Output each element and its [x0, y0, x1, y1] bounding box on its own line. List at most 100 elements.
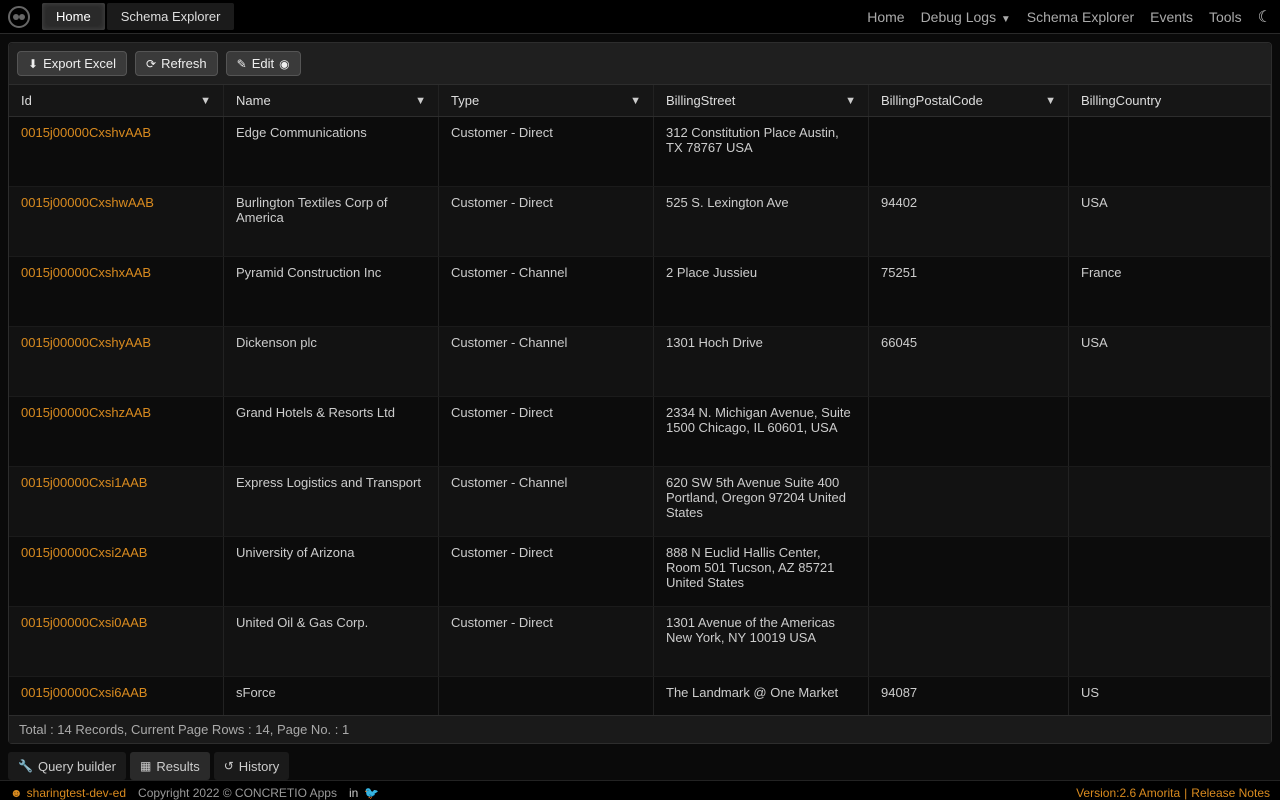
cell-type: Customer - Channel — [439, 327, 654, 396]
record-id-link[interactable]: 0015j00000Cxsi2AAB — [9, 537, 224, 606]
th-name[interactable]: Name ▼ — [224, 85, 439, 116]
cell-type: Customer - Direct — [439, 537, 654, 606]
th-billing-country[interactable]: BillingCountry — [1069, 85, 1271, 116]
table-row: 0015j00000Cxsi0AABUnited Oil & Gas Corp.… — [9, 607, 1271, 677]
cell-street: 1301 Hoch Drive — [654, 327, 869, 396]
th-street-label: BillingStreet — [666, 93, 735, 108]
cell-street: 525 S. Lexington Ave — [654, 187, 869, 256]
table-row: 0015j00000CxshzAABGrand Hotels & Resorts… — [9, 397, 1271, 467]
cell-country — [1069, 607, 1271, 676]
nav-debug-label: Debug Logs — [921, 9, 997, 25]
tab-bar: Home Schema Explorer — [42, 3, 234, 30]
th-postal-label: BillingPostalCode — [881, 93, 983, 108]
tab-schema-explorer[interactable]: Schema Explorer — [107, 3, 235, 30]
nav-schema-explorer[interactable]: Schema Explorer — [1027, 9, 1134, 25]
cell-name: Grand Hotels & Resorts Ltd — [224, 397, 439, 466]
filter-icon[interactable]: ▼ — [845, 95, 856, 107]
table-header: Id▼ Name ▼ Type ▼ BillingStreet ▼ BillingPo… — [9, 85, 1271, 117]
nav-right: Home Debug Logs ▼ Schema Explorer Events… — [867, 7, 1272, 27]
cell-postal — [869, 467, 1069, 536]
th-type-label: Type — [451, 93, 479, 108]
nav-events[interactable]: Events — [1150, 9, 1193, 25]
cell-type: Customer - Channel — [439, 467, 654, 536]
tab-query-builder[interactable]: 🔧 Query builder — [8, 752, 126, 780]
results-label: Results — [156, 759, 199, 774]
table-row: 0015j00000CxshwAABBurlington Textiles Co… — [9, 187, 1271, 257]
record-id-link[interactable]: 0015j00000CxshwAAB — [9, 187, 224, 256]
record-id-link[interactable]: 0015j00000CxshyAAB — [9, 327, 224, 396]
export-excel-button[interactable]: ⬇ Export Excel — [17, 51, 127, 76]
user-icon: ☻ — [10, 786, 23, 800]
table-row: 0015j00000Cxsi2AABUniversity of ArizonaC… — [9, 537, 1271, 607]
th-id[interactable]: Id▼ — [9, 85, 224, 116]
cell-country — [1069, 537, 1271, 606]
record-id-link[interactable]: 0015j00000Cxsi6AAB — [9, 677, 224, 715]
filter-icon[interactable]: ▼ — [415, 95, 426, 107]
table-body[interactable]: 0015j00000CxshvAABEdge CommunicationsCus… — [9, 117, 1271, 715]
filter-icon[interactable]: ▼ — [630, 95, 641, 107]
release-notes-link[interactable]: Release Notes — [1191, 786, 1270, 800]
cell-type: Customer - Direct — [439, 187, 654, 256]
th-country-label: BillingCountry — [1081, 93, 1161, 108]
cell-type: Customer - Direct — [439, 117, 654, 186]
eye-icon: ◉ — [279, 57, 289, 71]
tab-history[interactable]: ↺History — [214, 752, 290, 780]
top-nav: Home Schema Explorer Home Debug Logs ▼ S… — [0, 0, 1280, 34]
org-name: sharingtest-dev-ed — [27, 786, 126, 800]
bottom-tabs: 🔧 Query builder ▦ Results ↺History — [0, 752, 1280, 780]
brand-icon[interactable] — [8, 6, 30, 28]
cell-name: Dickenson plc — [224, 327, 439, 396]
nav-home[interactable]: Home — [867, 9, 904, 25]
twitter-icon[interactable]: 🐦 — [364, 786, 379, 800]
version-text: Version:2.6 Amorita — [1076, 786, 1180, 800]
record-id-link[interactable]: 0015j00000CxshxAAB — [9, 257, 224, 326]
linkedin-icon[interactable]: in — [349, 786, 358, 800]
org-indicator[interactable]: ☻ sharingtest-dev-ed — [10, 786, 126, 800]
cell-country: France — [1069, 257, 1271, 326]
cell-street: 1301 Avenue of the Americas New York, NY… — [654, 607, 869, 676]
table-row: 0015j00000CxshyAABDickenson plcCustomer … — [9, 327, 1271, 397]
filter-icon[interactable]: ▼ — [200, 95, 211, 107]
cell-name: United Oil & Gas Corp. — [224, 607, 439, 676]
th-billing-street[interactable]: BillingStreet ▼ — [654, 85, 869, 116]
table-row: 0015j00000CxshvAABEdge CommunicationsCus… — [9, 117, 1271, 187]
cell-name: Burlington Textiles Corp of America — [224, 187, 439, 256]
cell-type — [439, 677, 654, 715]
table-row: 0015j00000Cxsi1AABExpress Logistics and … — [9, 467, 1271, 537]
th-billing-postal[interactable]: BillingPostalCode ▼ — [869, 85, 1069, 116]
record-id-link[interactable]: 0015j00000CxshzAAB — [9, 397, 224, 466]
cell-street: 2 Place Jussieu — [654, 257, 869, 326]
table-row: 0015j00000Cxsi6AABsForceThe Landmark @ O… — [9, 677, 1271, 715]
record-id-link[interactable]: 0015j00000CxshvAAB — [9, 117, 224, 186]
th-type[interactable]: Type ▼ — [439, 85, 654, 116]
main-panel: ⬇ Export Excel ⟳ Refresh ✎ Edit ◉ Id▼ Na… — [8, 42, 1272, 744]
cell-postal — [869, 117, 1069, 186]
cell-name: Pyramid Construction Inc — [224, 257, 439, 326]
th-name-label: Name — [236, 93, 271, 108]
cell-name: Edge Communications — [224, 117, 439, 186]
tab-results[interactable]: ▦ Results — [130, 752, 210, 780]
filter-icon[interactable]: ▼ — [1045, 95, 1056, 107]
theme-toggle-icon[interactable]: ☾ — [1258, 7, 1272, 27]
cell-country: USA — [1069, 327, 1271, 396]
caret-down-icon: ▼ — [998, 14, 1011, 25]
cell-postal: 94087 — [869, 677, 1069, 715]
nav-tools[interactable]: Tools — [1209, 9, 1242, 25]
cell-type: Customer - Channel — [439, 257, 654, 326]
cell-type: Customer - Direct — [439, 397, 654, 466]
export-label: Export Excel — [43, 56, 116, 71]
refresh-button[interactable]: ⟳ Refresh — [135, 51, 218, 76]
cell-street: 2334 N. Michigan Avenue, Suite 1500 Chic… — [654, 397, 869, 466]
cell-postal — [869, 397, 1069, 466]
record-id-link[interactable]: 0015j00000Cxsi1AAB — [9, 467, 224, 536]
cell-country — [1069, 397, 1271, 466]
wrench-icon: 🔧 — [18, 759, 33, 773]
query-builder-label: Query builder — [38, 759, 116, 774]
record-id-link[interactable]: 0015j00000Cxsi0AAB — [9, 607, 224, 676]
tab-home[interactable]: Home — [42, 3, 105, 30]
nav-debug-logs[interactable]: Debug Logs ▼ — [921, 9, 1011, 25]
edit-button[interactable]: ✎ Edit ◉ — [226, 51, 301, 76]
grid-icon: ▦ — [140, 759, 151, 773]
toolbar: ⬇ Export Excel ⟳ Refresh ✎ Edit ◉ — [9, 43, 1271, 85]
footer-right: Version:2.6 Amorita|Release Notes — [1076, 786, 1270, 800]
